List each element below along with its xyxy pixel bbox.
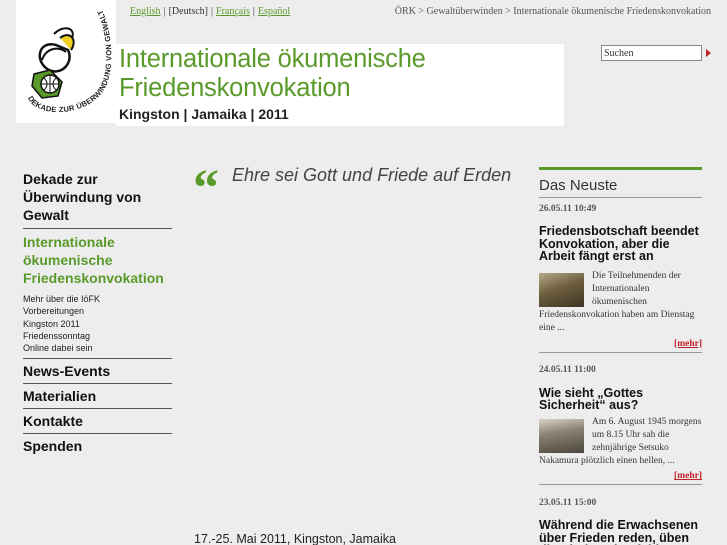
language-link-francais[interactable]: Français bbox=[216, 6, 250, 17]
news-heading: Das Neuste bbox=[539, 177, 618, 194]
nav-item-donations[interactable]: Spenden bbox=[23, 434, 172, 458]
news-panel: Das Neuste 26.05.11 10:49 Friedensbotsch… bbox=[539, 167, 702, 545]
news-title-link[interactable]: Während die Erwachsenen über Frieden red… bbox=[539, 519, 702, 545]
nav-item-decade[interactable]: Dekade zur Überwindung von Gewalt bbox=[23, 166, 172, 228]
news-item: 23.05.11 15:00 Während die Erwachsenen ü… bbox=[539, 485, 702, 545]
news-more-link[interactable]: [mehr] bbox=[539, 471, 702, 481]
language-current-deutsch: [Deutsch] bbox=[168, 6, 209, 17]
site-title: Internationale ökumenische Friedenskonvo… bbox=[119, 45, 426, 102]
news-title-link[interactable]: Wie sieht „Gottes Sicherheit“ aus? bbox=[539, 386, 702, 412]
nav-item-convocation[interactable]: Internationale ökumenische Friedenskonvo… bbox=[23, 229, 172, 291]
nav-subitem-more-about[interactable]: Mehr über die IöFK bbox=[23, 293, 172, 305]
language-switcher: English | [Deutsch] | Français | Español bbox=[130, 6, 291, 17]
nav-item-materials[interactable]: Materialien bbox=[23, 384, 172, 408]
nav-subitems: Mehr über die IöFK Vorbereitungen Kingst… bbox=[23, 291, 172, 358]
nav-subitem-online[interactable]: Online dabei sein bbox=[23, 342, 172, 354]
site-subtitle: Kingston | Jamaika | 2011 bbox=[119, 106, 289, 122]
sidebar-nav: Dekade zur Überwindung von Gewalt Intern… bbox=[23, 166, 172, 458]
search-input[interactable] bbox=[601, 45, 702, 61]
nav-subitem-peace-sunday[interactable]: Friedenssonntag bbox=[23, 330, 172, 342]
news-date: 24.05.11 11:00 bbox=[539, 364, 596, 375]
quote-mark-icon: “ bbox=[193, 160, 219, 217]
decade-logo[interactable]: DEKADE ZUR ÜBERWINDUNG VON GEWALT bbox=[16, 0, 116, 123]
news-more-link[interactable]: [mehr] bbox=[539, 339, 702, 349]
nav-subitem-kingston-2011[interactable]: Kingston 2011 bbox=[23, 318, 172, 330]
breadcrumb[interactable]: ÖRK > Gewaltüberwinden > Internationale … bbox=[395, 6, 711, 17]
search-submit-arrow-icon[interactable] bbox=[706, 49, 711, 57]
news-date: 23.05.11 15:00 bbox=[539, 498, 597, 509]
logo-dove-globe-icon: DEKADE ZUR ÜBERWINDUNG VON GEWALT bbox=[26, 8, 113, 114]
news-thumbnail[interactable] bbox=[539, 418, 584, 453]
news-date: 26.05.11 10:49 bbox=[539, 204, 597, 214]
language-link-english[interactable]: English bbox=[130, 6, 161, 17]
nav-item-contacts[interactable]: Kontakte bbox=[23, 409, 172, 433]
header-banner: Internationale ökumenische Friedenskonvo… bbox=[116, 44, 564, 126]
motto-quote: Ehre sei Gott und Friede auf Erden bbox=[232, 165, 512, 185]
news-item: 24.05.11 11:00 Wie sieht „Gottes Sicherh… bbox=[539, 353, 702, 481]
nav-subitem-preparations[interactable]: Vorbereitungen bbox=[23, 305, 172, 317]
news-item: 26.05.11 10:49 Friedensbotschaft beendet… bbox=[539, 198, 702, 349]
nav-item-news-events[interactable]: News-Events bbox=[23, 359, 172, 383]
news-thumbnail[interactable] bbox=[539, 272, 584, 307]
language-link-espanol[interactable]: Español bbox=[258, 6, 290, 17]
event-dates: 17.-25. Mai 2011, Kingston, Jamaika bbox=[194, 532, 396, 545]
news-title-link[interactable]: Friedensbotschaft beendet Konvokation, a… bbox=[539, 225, 702, 263]
